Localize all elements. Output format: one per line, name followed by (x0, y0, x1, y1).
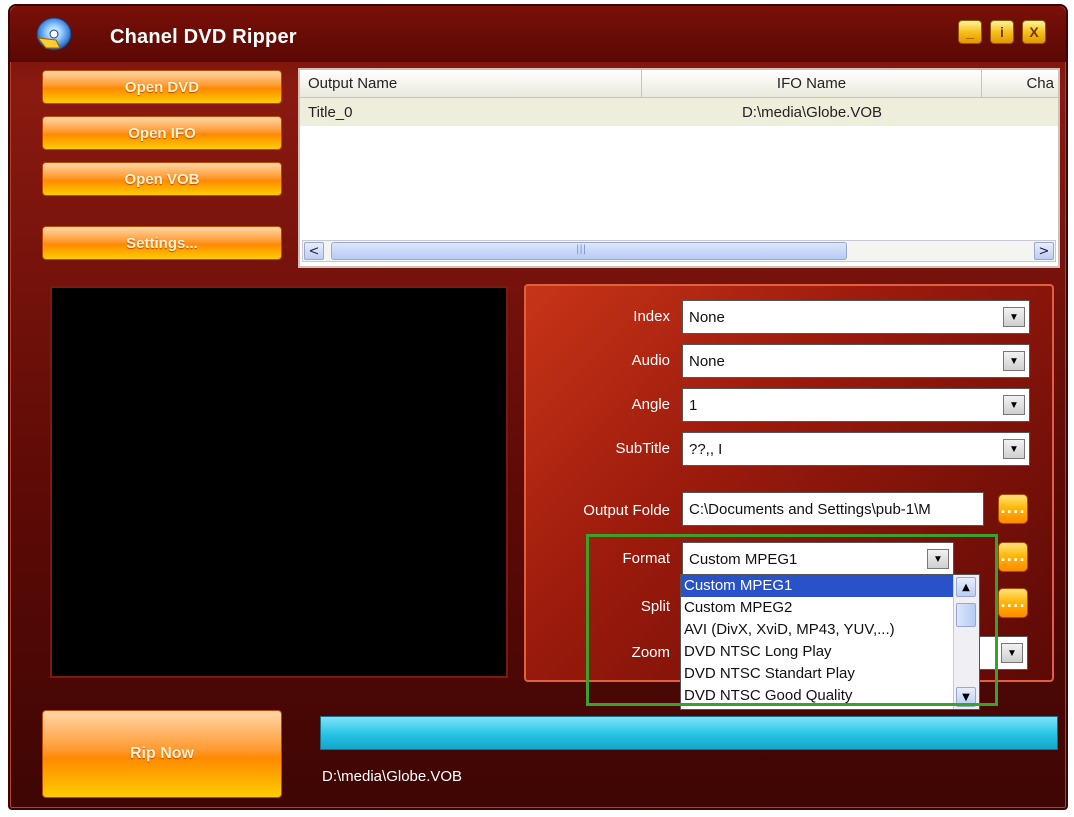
chevron-down-icon[interactable]: ▼ (1003, 439, 1025, 459)
cell-output-name: Title_0 (308, 103, 353, 121)
output-folder-label: Output Folde (583, 502, 670, 519)
horizontal-scrollbar[interactable]: < ||| > (302, 240, 1056, 262)
subtitle-select[interactable]: ??,, I ▼ (682, 432, 1030, 466)
output-folder-input[interactable]: C:\Documents and Settings\pub-1\M (682, 492, 984, 526)
cell-ifo-name: D:\media\Globe.VOB (741, 103, 883, 121)
minimize-button[interactable]: _ (958, 20, 982, 44)
open-dvd-button[interactable]: Open DVD (42, 70, 282, 104)
subtitle-value: ??,, I (689, 440, 723, 458)
scroll-left-icon[interactable]: < (304, 242, 324, 260)
scroll-right-icon[interactable]: > (1034, 242, 1054, 260)
column-header-ifo-name[interactable]: IFO Name (642, 70, 982, 97)
index-value: None (689, 308, 725, 326)
chevron-down-icon[interactable]: ▼ (1003, 395, 1025, 415)
angle-select[interactable]: 1 ▼ (682, 388, 1030, 422)
rip-progress-bar (320, 716, 1058, 750)
angle-label: Angle (631, 396, 670, 413)
index-label: Index (633, 308, 670, 325)
settings-button[interactable]: Settings... (42, 226, 282, 260)
audio-value: None (689, 352, 725, 370)
thumb-grip: ||| (576, 244, 587, 255)
index-select[interactable]: None ▼ (682, 300, 1030, 334)
open-vob-button[interactable]: Open VOB (42, 162, 282, 196)
info-button[interactable]: i (990, 20, 1014, 44)
current-file-path: D:\media\Globe.VOB (322, 768, 463, 785)
open-ifo-button[interactable]: Open IFO (42, 116, 282, 150)
dvd-disc-icon (36, 17, 72, 51)
format-highlight-box (586, 534, 998, 706)
video-preview (50, 286, 508, 678)
chevron-down-icon[interactable]: ▼ (1001, 643, 1023, 663)
column-header-chapter[interactable]: Cha (982, 70, 1058, 97)
format-settings-button[interactable]: .... (998, 542, 1028, 572)
browse-folder-button[interactable]: .... (998, 494, 1028, 524)
chevron-down-icon[interactable]: ▼ (1003, 351, 1025, 371)
scrollbar-thumb[interactable]: ||| (331, 242, 847, 260)
cell-chapter (982, 98, 1058, 126)
audio-label: Audio (631, 352, 670, 369)
close-button[interactable]: X (1022, 20, 1046, 44)
rip-now-button[interactable]: Rip Now (42, 710, 282, 798)
app-window: Chanel DVD Ripper _ i X Open DVD Open IF… (8, 4, 1068, 810)
column-header-output-name[interactable]: Output Name (300, 70, 642, 97)
split-settings-button[interactable]: .... (998, 588, 1028, 618)
title-bar[interactable]: Chanel DVD Ripper _ i X (10, 6, 1066, 62)
window-title: Chanel DVD Ripper (110, 26, 297, 48)
title-list[interactable]: Output Name IFO Name Cha Title_0 D:\medi… (298, 68, 1060, 268)
title-list-header: Output Name IFO Name Cha (300, 70, 1058, 98)
subtitle-label: SubTitle (615, 440, 670, 457)
audio-select[interactable]: None ▼ (682, 344, 1030, 378)
chevron-down-icon[interactable]: ▼ (1003, 307, 1025, 327)
table-row[interactable]: Title_0 D:\media\Globe.VOB (300, 98, 1058, 126)
angle-value: 1 (689, 396, 698, 414)
